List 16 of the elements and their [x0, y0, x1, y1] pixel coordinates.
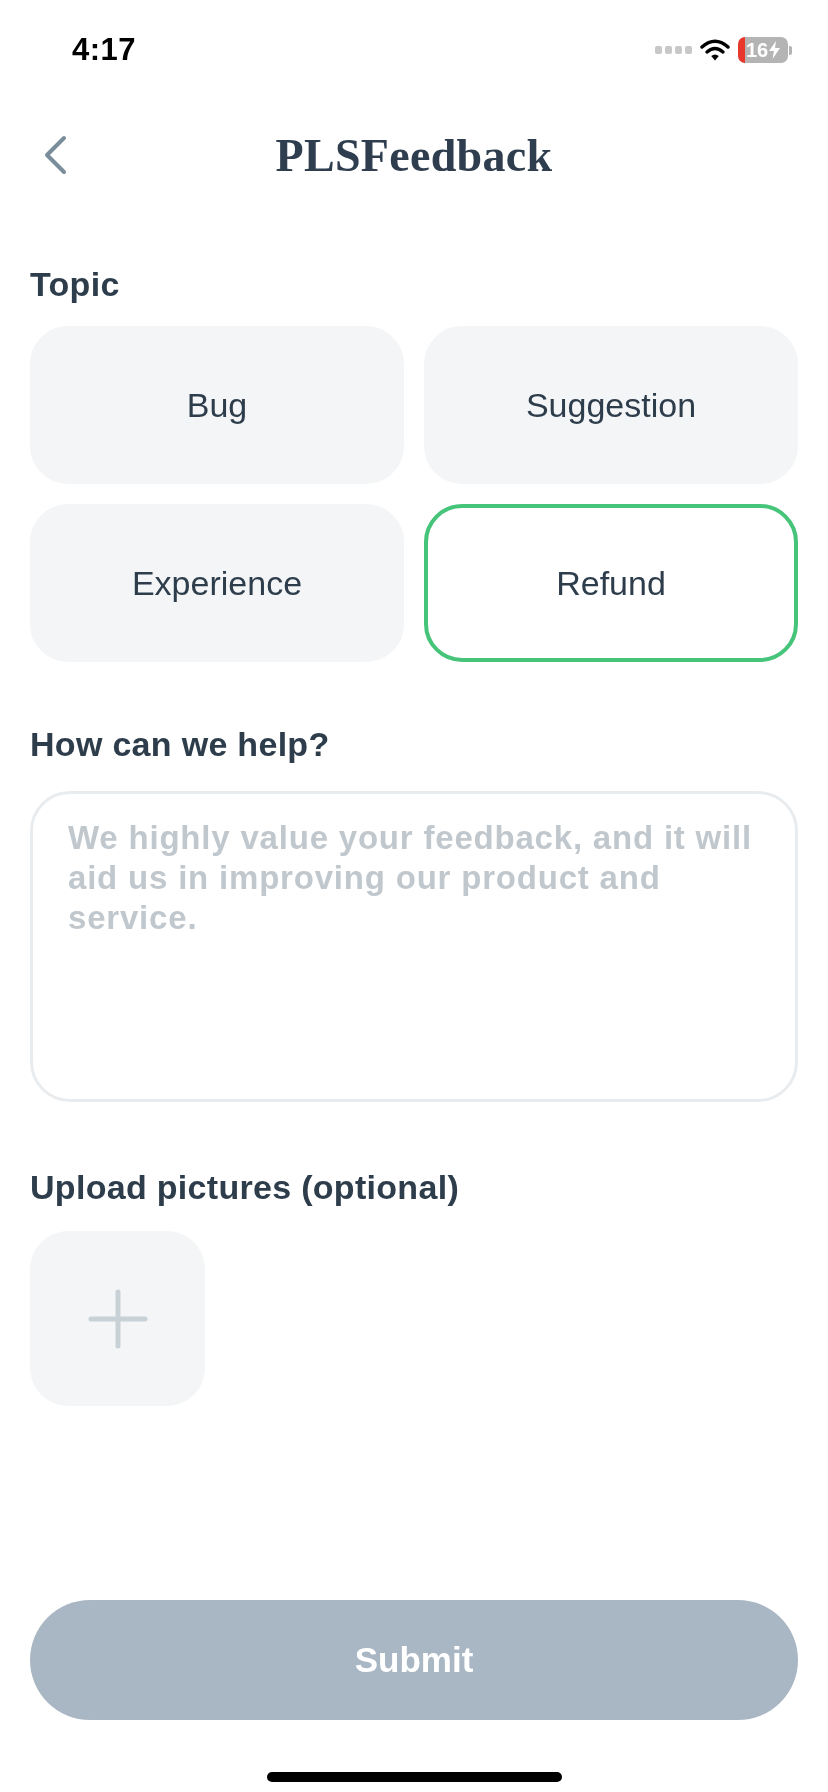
battery-level-text: 16: [745, 40, 769, 60]
feedback-text-area[interactable]: We highly value your feedback, and it will aid us in improving our product and service.: [30, 791, 798, 1102]
topic-option[interactable]: Suggestion: [424, 326, 798, 484]
charging-bolt-icon: [769, 41, 781, 59]
status-time: 4:17: [72, 30, 137, 69]
topic-option[interactable]: Experience: [30, 504, 404, 662]
topic-option[interactable]: Refund: [424, 504, 798, 662]
cellular-signal-icon: [655, 46, 692, 54]
plus-icon: [87, 1288, 148, 1349]
help-label: How can we help?: [30, 724, 331, 764]
page-title: PLSFeedback: [275, 128, 553, 183]
topic-label: Topic: [30, 264, 121, 304]
wifi-icon: [700, 39, 730, 61]
topic-option[interactable]: Bug: [30, 326, 404, 484]
chevron-left-icon: [42, 135, 68, 175]
upload-pictures-label: Upload pictures (optional): [30, 1167, 460, 1207]
